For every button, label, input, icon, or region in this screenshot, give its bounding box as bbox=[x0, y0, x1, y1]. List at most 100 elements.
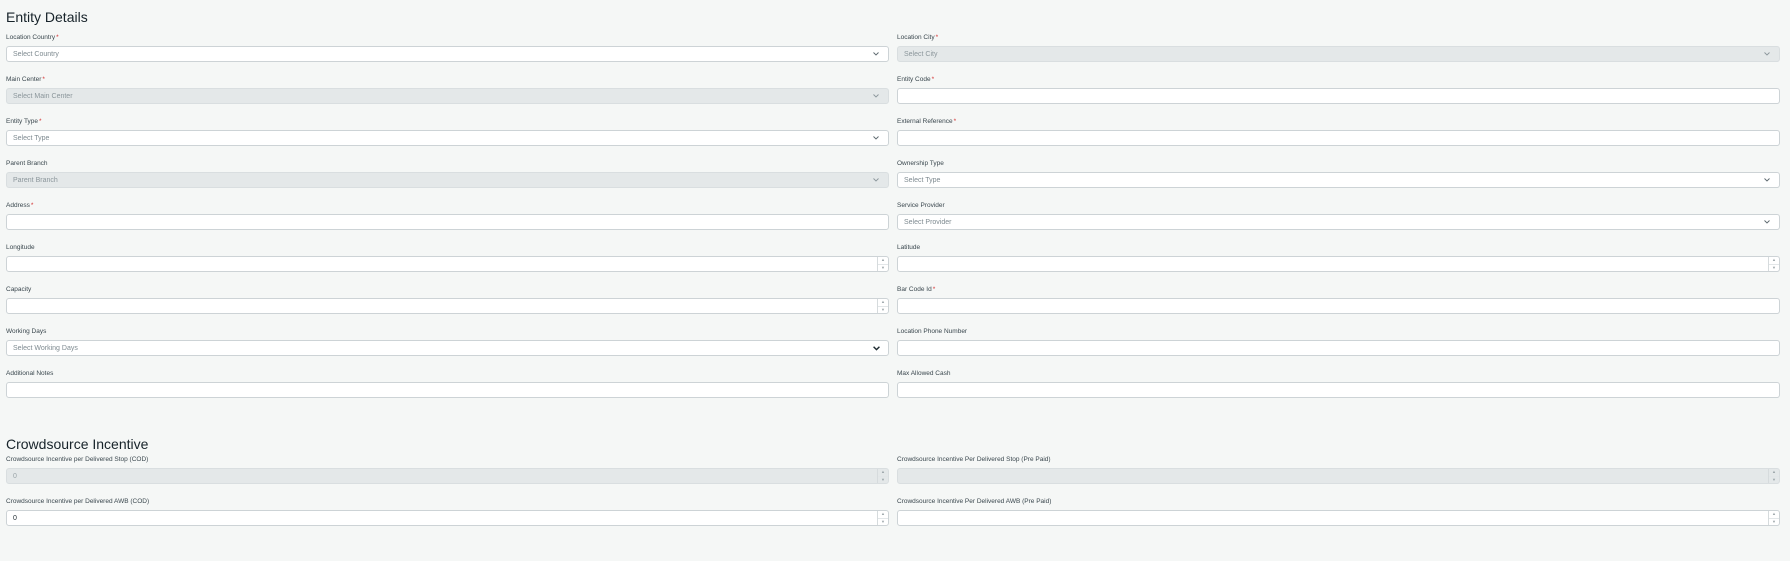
parent-branch-placeholder: Parent Branch bbox=[13, 176, 58, 184]
incentive-awb-cod-value: 0 bbox=[13, 514, 17, 522]
spin-up-icon[interactable]: ▲ bbox=[1769, 257, 1779, 265]
latitude-label: Latitude bbox=[897, 244, 921, 251]
longitude-label: Longitude bbox=[6, 244, 35, 251]
entity-code-input[interactable] bbox=[897, 88, 1780, 104]
external-reference-input[interactable] bbox=[897, 130, 1780, 146]
number-spinner[interactable]: ▲ ▼ bbox=[1768, 257, 1779, 271]
incentive-awb-prepaid-label: Crowdsource Incentive Per Delivered AWB … bbox=[897, 498, 1052, 505]
bar-code-id-field: Bar Code Id* bbox=[897, 285, 1780, 314]
number-spinner[interactable]: ▲ ▼ bbox=[877, 299, 888, 313]
ownership-type-select[interactable]: Select Type bbox=[897, 172, 1780, 188]
incentive-awb-cod-input[interactable]: 0 ▲ ▼ bbox=[6, 510, 889, 526]
chevron-down-icon bbox=[872, 176, 880, 184]
ownership-type-label: Ownership Type bbox=[897, 160, 944, 167]
required-marker: * bbox=[42, 76, 45, 83]
incentive-stop-cod-label: Crowdsource Incentive per Delivered Stop… bbox=[6, 456, 149, 463]
spin-down-icon[interactable]: ▼ bbox=[878, 477, 888, 484]
required-marker: * bbox=[56, 34, 59, 41]
working-days-placeholder: Select Working Days bbox=[13, 344, 78, 352]
latitude-field: Latitude ▲ ▼ bbox=[897, 243, 1780, 272]
service-provider-select[interactable]: Select Provider bbox=[897, 214, 1780, 230]
ownership-type-field: Ownership Type Select Type bbox=[897, 159, 1780, 188]
chevron-down-icon bbox=[872, 50, 880, 58]
working-days-field: Working Days Select Working Days bbox=[6, 327, 889, 356]
spin-down-icon[interactable]: ▼ bbox=[878, 519, 888, 526]
spin-up-icon[interactable]: ▲ bbox=[878, 299, 888, 307]
capacity-input[interactable]: ▲ ▼ bbox=[6, 298, 889, 314]
spin-down-icon[interactable]: ▼ bbox=[1769, 477, 1779, 484]
entity-type-field: Entity Type* Select Type bbox=[6, 117, 889, 146]
incentive-stop-prepaid-field: Crowdsource Incentive Per Delivered Stop… bbox=[897, 455, 1780, 484]
main-center-label: Main Center bbox=[6, 76, 42, 83]
working-days-label: Working Days bbox=[6, 328, 47, 335]
main-center-field: Main Center* Select Main Center bbox=[6, 75, 889, 104]
working-days-select[interactable]: Select Working Days bbox=[6, 340, 889, 356]
additional-notes-field: Additional Notes bbox=[6, 369, 889, 398]
incentive-stop-cod-value: 0 bbox=[13, 472, 17, 480]
spin-down-icon[interactable]: ▼ bbox=[1769, 265, 1779, 272]
entity-details-title: Entity Details bbox=[6, 9, 88, 25]
incentive-stop-cod-input[interactable]: 0 ▲ ▼ bbox=[6, 468, 889, 484]
incentive-awb-prepaid-input[interactable]: ▲ ▼ bbox=[897, 510, 1780, 526]
entity-code-label: Entity Code bbox=[897, 76, 931, 83]
number-spinner[interactable]: ▲ ▼ bbox=[877, 511, 888, 525]
spin-up-icon[interactable]: ▲ bbox=[878, 511, 888, 519]
latitude-input[interactable]: ▲ ▼ bbox=[897, 256, 1780, 272]
chevron-down-icon bbox=[1763, 218, 1771, 226]
location-phone-input[interactable] bbox=[897, 340, 1780, 356]
additional-notes-input[interactable] bbox=[6, 382, 889, 398]
crowdsource-incentive-title: Crowdsource Incentive bbox=[6, 436, 149, 452]
capacity-field: Capacity ▲ ▼ bbox=[6, 285, 889, 314]
entity-type-select[interactable]: Select Type bbox=[6, 130, 889, 146]
main-center-placeholder: Select Main Center bbox=[13, 92, 73, 100]
service-provider-field: Service Provider Select Provider bbox=[897, 201, 1780, 230]
spin-up-icon[interactable]: ▲ bbox=[1769, 511, 1779, 519]
address-input[interactable] bbox=[6, 214, 889, 230]
entity-form-page: Entity Details Location Country* Select … bbox=[0, 0, 1790, 561]
parent-branch-field: Parent Branch Parent Branch bbox=[6, 159, 889, 188]
entity-code-field: Entity Code* bbox=[897, 75, 1780, 104]
spin-up-icon[interactable]: ▲ bbox=[878, 257, 888, 265]
spin-up-icon[interactable]: ▲ bbox=[878, 469, 888, 477]
bar-code-id-input[interactable] bbox=[897, 298, 1780, 314]
max-allowed-cash-field: Max Allowed Cash bbox=[897, 369, 1780, 398]
chevron-down-icon bbox=[872, 344, 880, 352]
required-marker: * bbox=[931, 76, 935, 83]
location-city-select[interactable]: Select City bbox=[897, 46, 1780, 62]
location-phone-field: Location Phone Number bbox=[897, 327, 1780, 356]
main-center-select[interactable]: Select Main Center bbox=[6, 88, 889, 104]
required-marker: * bbox=[953, 118, 957, 125]
spin-up-icon[interactable]: ▲ bbox=[1769, 469, 1779, 477]
longitude-input[interactable]: ▲ ▼ bbox=[6, 256, 889, 272]
spin-down-icon[interactable]: ▼ bbox=[1769, 519, 1779, 526]
external-reference-field: External Reference* bbox=[897, 117, 1780, 146]
address-field: Address* bbox=[6, 201, 889, 230]
location-country-select[interactable]: Select Country bbox=[6, 46, 889, 62]
location-phone-label: Location Phone Number bbox=[897, 328, 968, 335]
location-country-label: Location Country bbox=[6, 34, 56, 41]
incentive-stop-prepaid-input[interactable]: ▲ ▼ bbox=[897, 468, 1780, 484]
location-country-placeholder: Select Country bbox=[13, 50, 59, 58]
location-country-field: Location Country* Select Country bbox=[6, 33, 889, 62]
address-label: Address bbox=[6, 202, 30, 209]
capacity-label: Capacity bbox=[6, 286, 32, 293]
spin-down-icon[interactable]: ▼ bbox=[878, 265, 888, 272]
number-spinner[interactable]: ▲ ▼ bbox=[877, 257, 888, 271]
number-spinner[interactable]: ▲ ▼ bbox=[1768, 469, 1779, 483]
entity-type-placeholder: Select Type bbox=[13, 134, 50, 142]
chevron-down-icon bbox=[872, 92, 880, 100]
parent-branch-select[interactable]: Parent Branch bbox=[6, 172, 889, 188]
bar-code-id-label: Bar Code Id bbox=[897, 286, 932, 293]
number-spinner[interactable]: ▲ ▼ bbox=[1768, 511, 1779, 525]
chevron-down-icon bbox=[1763, 50, 1771, 58]
location-city-placeholder: Select City bbox=[904, 50, 938, 58]
incentive-awb-cod-field: Crowdsource Incentive per Delivered AWB … bbox=[6, 497, 889, 526]
max-allowed-cash-input[interactable] bbox=[897, 382, 1780, 398]
number-spinner[interactable]: ▲ ▼ bbox=[877, 469, 888, 483]
chevron-down-icon bbox=[1763, 176, 1771, 184]
service-provider-label: Service Provider bbox=[897, 202, 945, 209]
spin-down-icon[interactable]: ▼ bbox=[878, 307, 888, 314]
incentive-awb-cod-label: Crowdsource Incentive per Delivered AWB … bbox=[6, 498, 150, 505]
incentive-stop-cod-field: Crowdsource Incentive per Delivered Stop… bbox=[6, 455, 889, 484]
required-marker: * bbox=[30, 202, 34, 209]
